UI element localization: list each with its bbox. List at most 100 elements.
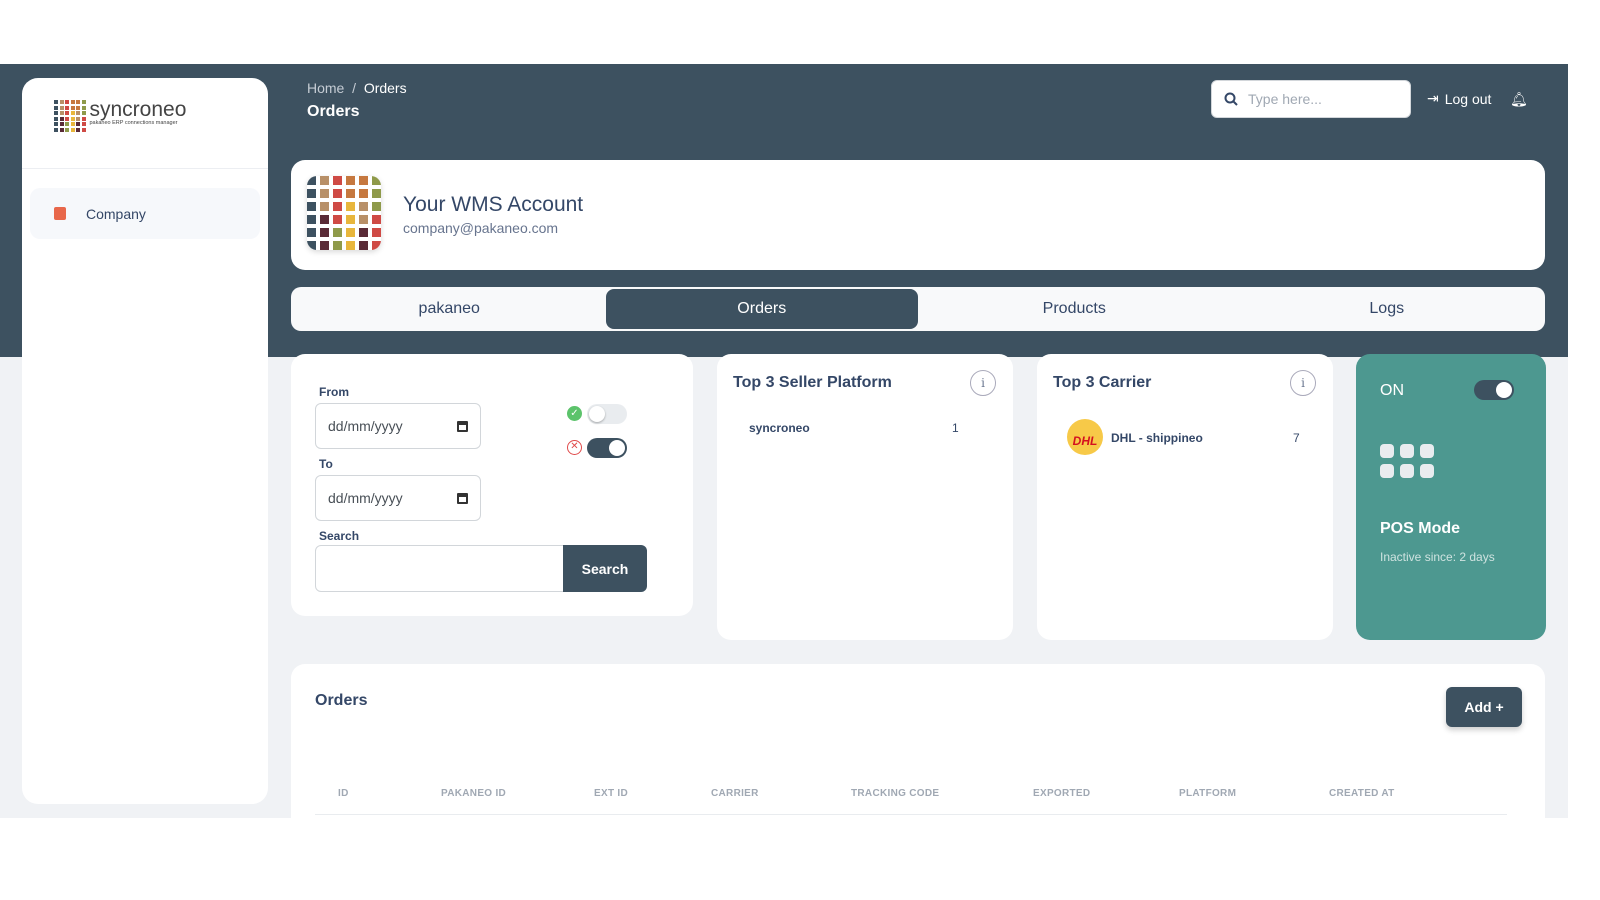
table-divider [315,814,1507,815]
from-label: From [319,385,349,399]
column-header-carrier[interactable]: CARRIER [711,788,759,799]
grid-square [346,228,355,237]
to-placeholder: dd/mm/yyyy [328,490,403,506]
archive-box-icon [54,207,66,220]
grid-square [65,116,69,121]
grid-square [333,228,342,237]
page-title: Orders [307,103,360,120]
pos-mode-card: ON POS Mode Inactive since: 2 days [1356,354,1546,640]
grid-square [81,122,86,126]
grid-square [54,105,58,110]
grid-square [372,189,381,198]
grid-square [70,111,75,115]
sidebar-item-company[interactable]: Company [30,188,260,239]
grid-square [307,215,316,224]
grid-square [307,241,316,250]
order-search-input[interactable] [315,545,565,592]
grid-square [346,202,355,211]
grid-square [76,105,80,110]
info-icon[interactable]: i [970,370,996,396]
account-name: Your WMS Account [403,193,584,216]
grid-square [76,127,80,132]
info-icon[interactable]: i [1290,370,1316,396]
tab-orders[interactable]: Orders [605,289,918,329]
grid-square [59,116,64,121]
grid-square [359,189,368,198]
account-avatar [307,176,381,250]
carrier-title: Top 3 Carrier [1053,374,1152,391]
error-circle-icon: ✕ [567,440,582,455]
to-label: To [319,457,333,471]
column-header-ext-id[interactable]: EXT ID [594,788,628,799]
pos-title: POS Mode [1380,520,1461,537]
search-box [1211,80,1411,118]
column-header-exported[interactable]: EXPORTED [1033,788,1090,799]
grid-square [359,228,368,237]
tab-pakaneo[interactable]: pakaneo [293,289,606,329]
grid-square [372,202,381,211]
apps-grid-icon [1380,444,1434,478]
column-header-pakaneo-id[interactable]: PAKANEO ID [441,788,506,799]
column-header-id[interactable]: ID [338,788,349,799]
search-button[interactable]: Search [563,545,647,592]
dhl-logo-icon: DHL [1067,419,1103,455]
grid-square [59,111,64,115]
grid-square [76,116,80,121]
breadcrumb-current: Orders [363,80,407,96]
logo-tagline: pakaneo ERP connections manager [89,120,178,126]
breadcrumb: Home / Orders [307,80,407,96]
grid-square [76,100,80,104]
grid-square [320,215,329,224]
column-header-tracking-code[interactable]: TRACKING CODE [851,788,939,799]
tab-logs[interactable]: Logs [1231,289,1544,329]
grid-square [333,241,342,250]
grid-square [346,215,355,224]
grid-square [81,111,86,115]
grid-square [359,176,368,185]
sidebar: syncroneo pakaneo ERP connections manage… [22,78,268,804]
column-header-platform[interactable]: PLATFORM [1179,788,1236,799]
account-email: company@pakaneo.com [403,220,559,236]
search-input[interactable] [1248,91,1398,107]
grid-square [70,116,75,121]
carrier-count: 7 [1293,431,1300,445]
grid-square [76,122,80,126]
calendar-icon[interactable] [457,492,468,504]
grid-square [54,100,58,104]
tab-products[interactable]: Products [918,289,1231,329]
logout-button[interactable]: ⇥ Log out [1427,90,1491,107]
search-icon [1224,92,1238,106]
grid-square [70,105,75,110]
success-toggle[interactable] [587,404,627,424]
grid-square [320,202,329,211]
breadcrumb-home[interactable]: Home [307,80,344,96]
column-header-created-at[interactable]: CREATED AT [1329,788,1395,799]
grid-square [346,176,355,185]
grid-square [76,111,80,115]
grid-square [54,127,58,132]
pos-state: ON [1380,382,1404,399]
grid-square [54,122,58,126]
grid-square [333,215,342,224]
bell-icon[interactable]: 🔔︎ [1510,91,1528,108]
calendar-icon[interactable] [457,420,468,432]
grid-square [70,100,75,104]
orders-title: Orders [315,692,368,709]
seller-name: syncroneo [749,421,810,435]
grid-square [70,127,75,132]
logout-label: Log out [1444,90,1492,107]
grid-square [372,215,381,224]
grid-square [346,189,355,198]
from-date-input[interactable]: dd/mm/yyyy [315,403,481,449]
to-date-input[interactable]: dd/mm/yyyy [315,475,481,521]
grid-square [54,111,58,115]
pos-toggle[interactable] [1474,380,1514,400]
add-order-button[interactable]: Add + [1446,687,1522,727]
grid-square [307,202,316,211]
from-placeholder: dd/mm/yyyy [328,418,403,434]
seller-title: Top 3 Seller Platform [733,374,892,391]
search-label: Search [319,529,360,543]
error-toggle[interactable] [587,438,627,458]
grid-square [320,189,329,198]
grid-square [359,241,368,250]
